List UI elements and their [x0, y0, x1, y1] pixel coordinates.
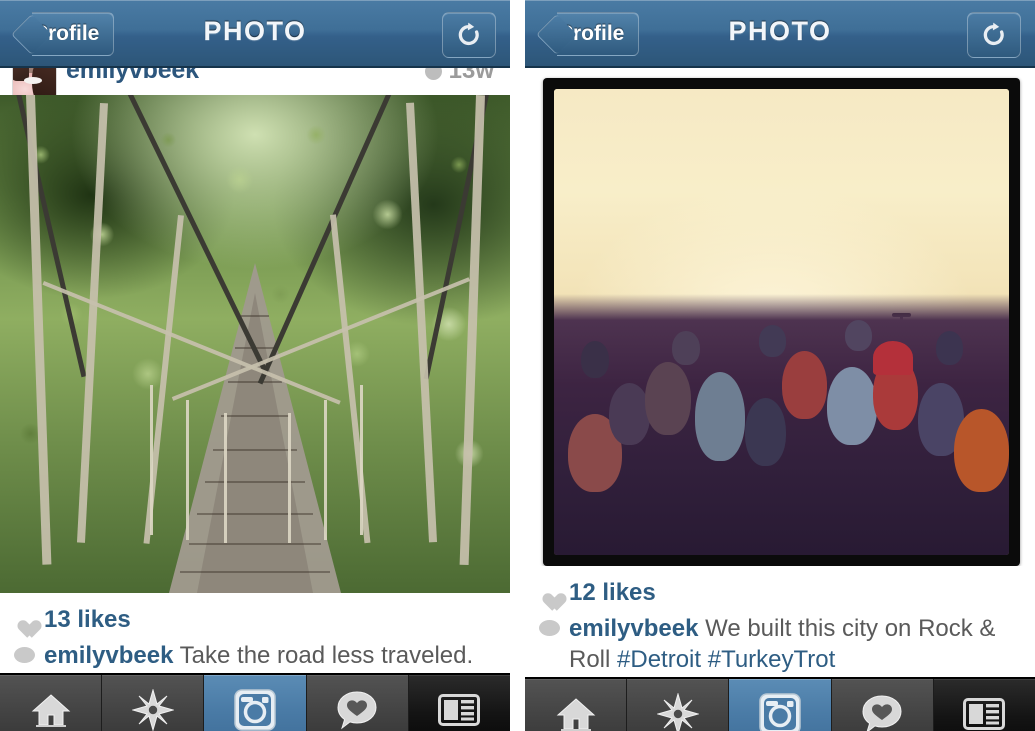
post-header-username[interactable]: emilyvbeek — [66, 68, 199, 85]
likes-row[interactable]: 12 likes — [525, 578, 1035, 613]
heart-icon — [539, 584, 561, 604]
tab-feed[interactable] — [525, 679, 628, 731]
comment-row: emilyvbeek We built this city on Rock & … — [525, 613, 1035, 677]
heart-bubble-icon — [336, 690, 378, 730]
phone-screen-right: Profile PHOTO 12 likes emilyvbeek We bui… — [525, 0, 1035, 731]
navigation-bar: Profile PHOTO — [0, 0, 510, 68]
tab-camera[interactable] — [729, 679, 832, 731]
avatar[interactable] — [12, 68, 57, 95]
crowd-of-runners — [554, 294, 1009, 555]
tab-explore[interactable] — [102, 675, 205, 731]
camera-icon — [233, 688, 277, 731]
clock-icon — [424, 68, 442, 80]
comment-bubble-icon — [14, 647, 36, 667]
post-header-row: emilyvbeek 13w — [0, 68, 510, 95]
navigation-bar: Profile PHOTO — [525, 0, 1035, 68]
home-icon — [31, 692, 71, 728]
refresh-button[interactable] — [967, 12, 1021, 58]
phone-screen-left: Profile PHOTO emilyvbeek 13w 13 likes em… — [0, 0, 510, 731]
tab-explore[interactable] — [627, 679, 730, 731]
heart-bubble-icon — [861, 694, 903, 731]
photo-frame — [543, 78, 1020, 566]
likes-count-label: 13 likes — [44, 606, 131, 633]
page-title: PHOTO — [203, 16, 307, 46]
photo-container — [525, 68, 1035, 566]
santa-hat — [872, 341, 914, 375]
post-timestamp: 13w — [424, 68, 494, 85]
caption-block: 12 likes emilyvbeek We built this city o… — [525, 566, 1035, 677]
tab-bar — [0, 673, 510, 731]
likes-count-label: 12 likes — [569, 579, 656, 606]
page-title: PHOTO — [728, 16, 832, 46]
compass-star-icon — [131, 689, 174, 731]
comment-username[interactable]: emilyvbeek — [44, 642, 173, 669]
tab-bar — [525, 677, 1035, 731]
profile-card-icon — [963, 698, 1006, 730]
comment-row: emilyvbeek Take the road less traveled. — [0, 640, 510, 673]
tab-profile[interactable] — [408, 675, 510, 731]
comment-text: Take the road less traveled. — [179, 642, 474, 669]
tab-news[interactable] — [831, 679, 934, 731]
likes-row[interactable]: 13 likes — [0, 605, 510, 640]
tab-profile[interactable] — [933, 679, 1035, 731]
tab-camera[interactable] — [204, 675, 307, 731]
refresh-button[interactable] — [442, 12, 496, 58]
refresh-icon — [455, 21, 483, 49]
screen-gutter — [510, 0, 525, 731]
tab-news[interactable] — [306, 675, 409, 731]
post-photo-bridge[interactable] — [0, 95, 510, 593]
heart-icon — [14, 611, 36, 631]
caption-block: 13 likes emilyvbeek Take the road less t… — [0, 593, 510, 673]
refresh-icon — [980, 21, 1008, 49]
home-icon — [556, 696, 596, 731]
comment-hashtags[interactable]: #Detroit #TurkeyTrot — [617, 646, 835, 673]
post-photo-detroit[interactable] — [554, 89, 1009, 555]
tab-feed[interactable] — [0, 675, 103, 731]
camera-icon — [758, 692, 802, 731]
compass-star-icon — [656, 693, 699, 731]
profile-card-icon — [438, 694, 481, 726]
photo-container — [0, 95, 510, 593]
post-timestamp-label: 13w — [448, 68, 494, 84]
comment-username[interactable]: emilyvbeek — [569, 615, 698, 642]
comment-bubble-icon — [539, 620, 561, 640]
dual-screenshot-container: Profile PHOTO emilyvbeek 13w 13 likes em… — [0, 0, 1035, 731]
